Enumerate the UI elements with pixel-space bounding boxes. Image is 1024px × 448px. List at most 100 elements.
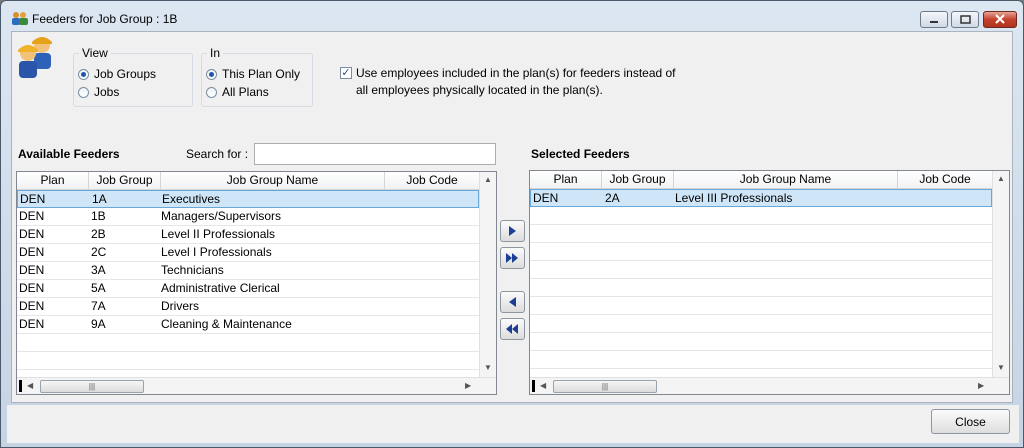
title-bar[interactable]: Feeders for Job Group : 1B bbox=[1, 1, 1023, 31]
available-vertical-scrollbar[interactable]: ▲ ▼ bbox=[479, 172, 496, 377]
available-feeders-grid[interactable]: Plan Job Group Job Group Name Job Code D… bbox=[16, 171, 497, 395]
table-row[interactable] bbox=[530, 207, 992, 225]
cell-job-group: 2A bbox=[605, 191, 620, 205]
table-row[interactable] bbox=[17, 352, 479, 370]
cell-job-group-name: Level II Professionals bbox=[161, 227, 276, 241]
table-row[interactable]: DEN 5A Administrative Clerical bbox=[17, 280, 479, 298]
jobs-label[interactable]: Jobs bbox=[94, 85, 119, 99]
scroll-down-icon[interactable]: ▼ bbox=[997, 363, 1005, 372]
dialog-content: View Job Groups Jobs In This Plan Only A… bbox=[11, 31, 1013, 403]
in-group: In This Plan Only All Plans bbox=[201, 46, 313, 107]
column-header-job-group[interactable]: Job Group bbox=[89, 172, 161, 189]
this-plan-only-label[interactable]: This Plan Only bbox=[222, 67, 300, 81]
table-row[interactable]: DEN 2C Level I Professionals bbox=[17, 244, 479, 262]
column-header-job-group-name[interactable]: Job Group Name bbox=[674, 171, 898, 188]
column-header-job-code[interactable]: Job Code bbox=[385, 172, 479, 189]
scroll-left-icon[interactable]: ◀ bbox=[540, 381, 546, 390]
cell-job-group: 1A bbox=[92, 192, 107, 206]
move-all-left-button[interactable] bbox=[500, 318, 525, 340]
selected-vertical-scrollbar[interactable]: ▲ ▼ bbox=[992, 171, 1009, 377]
scroll-up-icon[interactable]: ▲ bbox=[484, 175, 492, 184]
all-plans-radio[interactable] bbox=[206, 87, 217, 98]
table-row[interactable] bbox=[17, 334, 479, 352]
table-row[interactable]: DEN 1B Managers/Supervisors bbox=[17, 208, 479, 226]
window-title: Feeders for Job Group : 1B bbox=[32, 12, 178, 26]
cell-plan: DEN bbox=[19, 281, 45, 295]
cell-job-group: 5A bbox=[91, 281, 106, 295]
table-row[interactable]: DEN 3A Technicians bbox=[17, 262, 479, 280]
maximize-icon bbox=[960, 15, 971, 24]
move-left-button[interactable] bbox=[500, 291, 525, 313]
available-grid-header: Plan Job Group Job Group Name Job Code bbox=[17, 172, 479, 190]
cell-job-group-name: Drivers bbox=[161, 299, 199, 313]
move-right-button[interactable] bbox=[500, 220, 525, 242]
use-employees-checkbox[interactable]: ✓ bbox=[340, 67, 352, 79]
dialog-footer: Close bbox=[7, 405, 1019, 443]
cell-plan: DEN bbox=[19, 209, 45, 223]
table-row[interactable] bbox=[530, 315, 992, 333]
column-header-job-code[interactable]: Job Code bbox=[898, 171, 992, 188]
cell-plan: DEN bbox=[19, 299, 45, 313]
table-row[interactable] bbox=[530, 225, 992, 243]
close-button[interactable]: Close bbox=[931, 409, 1010, 434]
people-icon bbox=[12, 12, 28, 25]
column-header-job-group[interactable]: Job Group bbox=[602, 171, 674, 188]
available-horizontal-scrollbar[interactable]: ◀ ||| ▶ bbox=[17, 377, 496, 394]
move-right-icon bbox=[509, 226, 516, 236]
window-close-button[interactable] bbox=[983, 11, 1017, 28]
table-row[interactable]: DEN 2B Level II Professionals bbox=[17, 226, 479, 244]
table-row[interactable] bbox=[530, 351, 992, 369]
horizontal-scroll-thumb[interactable]: ||| bbox=[553, 380, 657, 393]
column-header-plan[interactable]: Plan bbox=[17, 172, 89, 189]
table-row[interactable] bbox=[530, 279, 992, 297]
selected-feeders-grid[interactable]: Plan Job Group Job Group Name Job Code D… bbox=[529, 170, 1010, 395]
scroll-right-icon[interactable]: ▶ bbox=[465, 381, 471, 390]
cell-plan: DEN bbox=[19, 263, 45, 277]
use-employees-label-line1[interactable]: Use employees included in the plan(s) fo… bbox=[356, 66, 676, 80]
use-employees-label-line2[interactable]: all employees physically located in the … bbox=[356, 83, 603, 97]
minimize-button[interactable] bbox=[920, 11, 948, 28]
selected-feeders-title: Selected Feeders bbox=[531, 147, 630, 161]
cell-job-group: 2B bbox=[91, 227, 106, 241]
cell-job-group-name: Technicians bbox=[161, 263, 224, 277]
feeders-window: Feeders for Job Group : 1B View Job Grou… bbox=[0, 0, 1024, 448]
table-row[interactable]: DEN 7A Drivers bbox=[17, 298, 479, 316]
frozen-marker bbox=[532, 380, 535, 392]
jobs-radio[interactable] bbox=[78, 87, 89, 98]
table-row[interactable] bbox=[530, 297, 992, 315]
workers-icon bbox=[18, 37, 52, 78]
cell-job-group: 9A bbox=[91, 317, 106, 331]
cell-job-group-name: Level III Professionals bbox=[675, 191, 793, 205]
cell-job-group-name: Cleaning & Maintenance bbox=[161, 317, 292, 331]
table-row[interactable] bbox=[530, 261, 992, 279]
cell-job-group: 1B bbox=[91, 209, 106, 223]
column-header-plan[interactable]: Plan bbox=[530, 171, 602, 188]
selected-horizontal-scrollbar[interactable]: ◀ ||| ▶ bbox=[530, 377, 1009, 394]
scroll-up-icon[interactable]: ▲ bbox=[997, 174, 1005, 183]
table-row[interactable]: DEN 9A Cleaning & Maintenance bbox=[17, 316, 479, 334]
cell-plan: DEN bbox=[19, 245, 45, 259]
scroll-left-icon[interactable]: ◀ bbox=[27, 381, 33, 390]
scroll-right-icon[interactable]: ▶ bbox=[978, 381, 984, 390]
this-plan-only-radio[interactable] bbox=[206, 69, 217, 80]
table-row[interactable]: DEN 1A Executives bbox=[17, 190, 479, 208]
job-groups-label[interactable]: Job Groups bbox=[94, 67, 156, 81]
cell-plan: DEN bbox=[533, 191, 559, 205]
table-row[interactable] bbox=[530, 243, 992, 261]
view-group-label: View bbox=[79, 46, 111, 60]
scroll-down-icon[interactable]: ▼ bbox=[484, 363, 492, 372]
move-all-left-icon bbox=[506, 324, 518, 334]
horizontal-scroll-thumb[interactable]: ||| bbox=[40, 380, 144, 393]
maximize-button[interactable] bbox=[951, 11, 979, 28]
all-plans-label[interactable]: All Plans bbox=[222, 85, 269, 99]
column-header-job-group-name[interactable]: Job Group Name bbox=[161, 172, 385, 189]
table-row[interactable] bbox=[530, 333, 992, 351]
frozen-marker bbox=[19, 380, 22, 392]
job-groups-radio[interactable] bbox=[78, 69, 89, 80]
move-all-right-button[interactable] bbox=[500, 247, 525, 269]
search-label: Search for : bbox=[186, 147, 249, 161]
available-feeders-title: Available Feeders bbox=[18, 147, 120, 161]
close-icon bbox=[995, 14, 1005, 24]
search-input[interactable] bbox=[254, 143, 496, 165]
table-row[interactable]: DEN 2A Level III Professionals bbox=[530, 189, 992, 207]
